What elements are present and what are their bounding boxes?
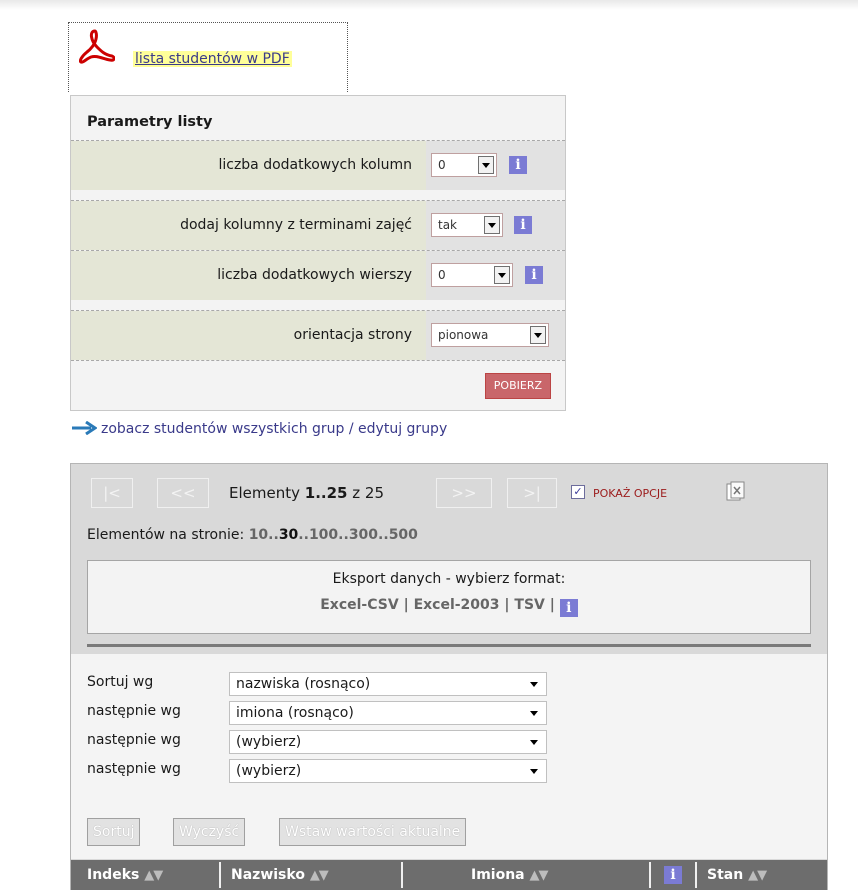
- param-label: dodaj kolumny z terminami zajęć: [71, 201, 426, 250]
- list-parameters-panel: Parametry listy liczba dodatkowych kolum…: [70, 95, 566, 411]
- sort-select-4[interactable]: (wybierz): [229, 759, 547, 783]
- export-tsv-link[interactable]: TSV: [514, 597, 544, 613]
- last-page-button[interactable]: >|: [507, 478, 557, 508]
- column-divider: [695, 862, 697, 888]
- per-page-option-10[interactable]: 10: [249, 527, 268, 543]
- column-divider: [401, 862, 403, 888]
- download-button[interactable]: POBIERZ: [484, 373, 551, 399]
- column-header-surname[interactable]: Nazwisko ▲▼: [231, 860, 329, 890]
- per-page-option-500[interactable]: 500: [389, 527, 418, 543]
- range-value: 1..25: [304, 484, 348, 502]
- sort-button[interactable]: Sortuj: [87, 818, 141, 846]
- first-page-button[interactable]: |<: [91, 478, 133, 508]
- chevron-down-icon[interactable]: [494, 266, 510, 284]
- sort-label: następnie wg: [87, 761, 181, 777]
- chevron-down-icon: [530, 711, 538, 716]
- top-shadow: [0, 0, 858, 10]
- arrow-right-icon: [72, 421, 97, 435]
- params-title: Parametry listy: [87, 114, 213, 130]
- show-options-label[interactable]: POKAŻ OPCJE: [593, 487, 667, 500]
- chevron-down-icon[interactable]: [484, 216, 500, 234]
- clear-button[interactable]: Wyczyść: [173, 818, 246, 846]
- export-file-icon[interactable]: [726, 481, 746, 503]
- info-icon[interactable]: i: [664, 866, 682, 884]
- param-label: liczba dodatkowych kolumn: [71, 141, 426, 190]
- chevron-down-icon: [530, 682, 538, 687]
- export-excel-2003-link[interactable]: Excel-2003: [414, 597, 500, 613]
- column-header-index[interactable]: Indeks ▲▼: [87, 860, 163, 890]
- param-row-extra-columns: liczba dodatkowych kolumn 0 i: [71, 140, 565, 190]
- sort-arrows-icon[interactable]: ▲▼: [530, 868, 549, 883]
- extra-columns-select[interactable]: 0: [431, 153, 497, 177]
- param-row-term-columns: dodaj kolumny z terminami zajęć tak i: [71, 200, 565, 250]
- export-box: Eksport danych - wybierz format: Excel-C…: [87, 560, 811, 634]
- student-listing-panel: |< << Elementy 1..25 z 25 >> >| ✓ POKAŻ …: [70, 463, 828, 890]
- pdf-icon: [79, 29, 115, 64]
- chevron-down-icon: [530, 740, 538, 745]
- chevron-down-icon: [530, 769, 538, 774]
- sort-options: Sortuj wg nazwiska (rosnąco) następnie w…: [71, 654, 827, 859]
- total-count: 25: [364, 484, 385, 502]
- pdf-link-label[interactable]: lista studentów w PDF: [133, 51, 292, 67]
- info-icon[interactable]: i: [514, 216, 532, 234]
- param-label: liczba dodatkowych wierszy: [71, 251, 426, 300]
- elements-range: Elementy 1..25 z 25: [229, 484, 385, 502]
- column-header-first-names[interactable]: Imiona ▲▼: [471, 860, 549, 890]
- info-icon[interactable]: i: [509, 156, 527, 174]
- pdf-link-box[interactable]: lista studentów w PDF: [68, 22, 348, 92]
- chevron-down-icon[interactable]: [530, 326, 546, 344]
- sort-arrows-icon[interactable]: ▲▼: [310, 868, 329, 883]
- export-excel-csv-link[interactable]: Excel-CSV: [320, 597, 398, 613]
- term-columns-select[interactable]: tak: [431, 213, 503, 237]
- sort-select-1[interactable]: nazwiska (rosnąco): [229, 672, 547, 696]
- per-page-option-100[interactable]: 100: [309, 527, 338, 543]
- export-title: Eksport danych - wybierz format:: [332, 571, 566, 587]
- chevron-down-icon[interactable]: [478, 156, 494, 174]
- info-icon[interactable]: i: [525, 266, 543, 284]
- sort-arrows-icon[interactable]: ▲▼: [144, 868, 163, 883]
- sort-label: następnie wg: [87, 732, 181, 748]
- column-divider: [219, 862, 221, 888]
- extra-rows-select[interactable]: 0: [431, 263, 513, 287]
- show-options-checkbox[interactable]: ✓: [571, 485, 585, 499]
- insert-current-values-button[interactable]: Wstaw wartości aktualne: [279, 818, 467, 846]
- param-label: orientacja strony: [71, 311, 426, 360]
- sort-arrows-icon[interactable]: ▲▼: [748, 868, 767, 883]
- params-footer: POBIERZ: [71, 360, 565, 410]
- per-page-selector: Elementów na stronie: 10..30..100..300..…: [87, 527, 418, 543]
- prev-page-button[interactable]: <<: [157, 478, 209, 508]
- orientation-select[interactable]: pionowa: [431, 323, 549, 347]
- sort-label: następnie wg: [87, 703, 181, 719]
- param-row-orientation: orientacja strony pionowa: [71, 310, 565, 360]
- sort-label: Sortuj wg: [87, 674, 154, 690]
- param-row-extra-rows: liczba dodatkowych wierszy 0 i: [71, 250, 565, 300]
- sort-select-2[interactable]: imiona (rosnąco): [229, 701, 547, 725]
- next-page-button[interactable]: >>: [436, 478, 492, 508]
- table-header: Indeks ▲▼ Nazwisko ▲▼ Imiona ▲▼ i Stan ▲…: [71, 860, 827, 890]
- divider: [87, 644, 811, 647]
- groups-link[interactable]: zobacz studentów wszystkich grup / edytu…: [71, 421, 447, 437]
- info-icon[interactable]: i: [559, 599, 578, 617]
- export-formats: Excel-CSV | Excel-2003 | TSV | i: [88, 597, 810, 617]
- groups-link-label[interactable]: zobacz studentów wszystkich grup / edytu…: [101, 421, 447, 437]
- sort-select-3[interactable]: (wybierz): [229, 730, 547, 754]
- per-page-option-30: 30: [278, 527, 299, 543]
- column-header-status[interactable]: Stan ▲▼: [707, 860, 767, 890]
- column-divider: [649, 862, 651, 888]
- per-page-option-300[interactable]: 300: [349, 527, 378, 543]
